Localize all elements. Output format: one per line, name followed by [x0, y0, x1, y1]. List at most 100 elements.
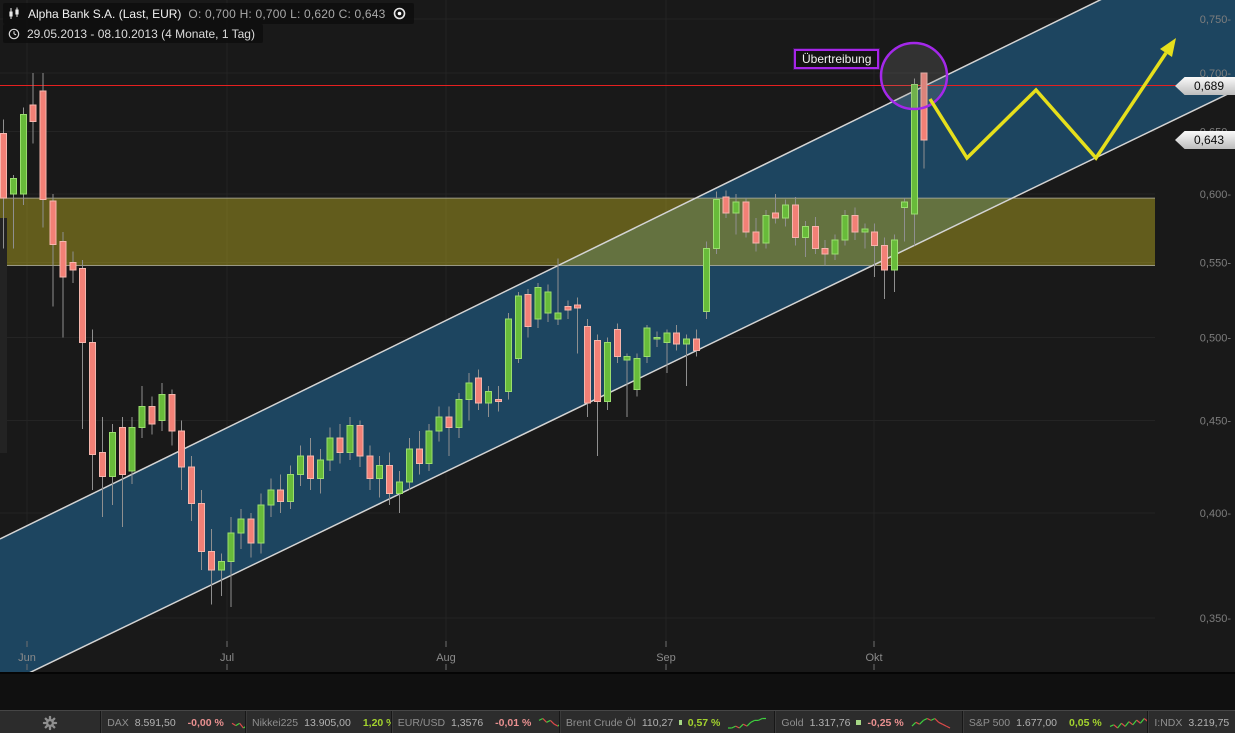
- sparkline-segment: [232, 723, 236, 725]
- sparkline-segment: [934, 718, 938, 722]
- candle-down: [575, 305, 581, 308]
- candle-up: [654, 338, 660, 340]
- left-edge-panel: [0, 218, 7, 453]
- candle-down: [90, 342, 96, 454]
- candle-up: [139, 407, 145, 428]
- target-icon[interactable]: [393, 7, 406, 20]
- candle-up: [159, 395, 165, 421]
- candle-up: [228, 533, 234, 562]
- x-axis-label: Jul: [220, 652, 234, 664]
- sparkline-segment: [1129, 721, 1133, 724]
- sparkline-segment: [1125, 721, 1129, 726]
- sparkline-segment: [915, 722, 919, 724]
- candle-down: [149, 407, 155, 424]
- sparkline-segment: [539, 718, 543, 720]
- candle-down: [416, 449, 422, 464]
- candle-up: [109, 433, 115, 477]
- candle-down: [565, 307, 571, 310]
- sparkline-segment: [547, 720, 551, 722]
- ticker-item-eurusd[interactable]: EUR/USD 1,3576 -0,01 %: [391, 711, 559, 733]
- y-axis-label: 0,500-: [1200, 333, 1232, 345]
- sparkline-segment: [744, 724, 748, 726]
- candle-up: [535, 287, 541, 319]
- candle-down: [723, 197, 729, 213]
- sparkline: [537, 716, 558, 730]
- candle-up: [862, 229, 868, 232]
- sparkline: [230, 716, 245, 730]
- candlestick-icon: [8, 7, 21, 20]
- candle-up: [624, 357, 630, 360]
- y-axis-label: 0,750-: [1200, 14, 1232, 26]
- candle-up: [664, 333, 670, 342]
- candle-down: [199, 503, 205, 551]
- ticker-item-sp500[interactable]: S&P 500 1.677,00 0,05 %: [962, 711, 1148, 733]
- sparkline-segment: [747, 722, 751, 726]
- annotation-circle[interactable]: [881, 43, 947, 109]
- candlestick-chart-canvas[interactable]: 0,750-0,700-0,650-0,600-0,550-0,500-0,45…: [0, 0, 1235, 672]
- candle-down: [189, 467, 195, 503]
- sparkline: [910, 716, 952, 730]
- candle-down: [307, 456, 313, 478]
- y-axis-label: 0,350-: [1200, 613, 1232, 625]
- candle-down: [387, 465, 393, 493]
- sparkline-segment: [555, 724, 559, 726]
- clock-icon: [8, 28, 20, 40]
- status-square: [856, 720, 861, 725]
- candle-down: [496, 400, 502, 402]
- candle-down: [60, 241, 66, 277]
- candle-up: [703, 248, 709, 311]
- ticker-item-brent[interactable]: Brent Crude Öl 110,27 0,57 %: [559, 711, 775, 733]
- candle-down: [773, 213, 779, 218]
- sparkline-segment: [927, 718, 931, 720]
- ticker-item-gold[interactable]: Gold 1.317,76 -0,25 %: [774, 711, 961, 733]
- chart-application: 0,750-0,700-0,650-0,600-0,550-0,500-0,45…: [0, 0, 1235, 733]
- candle-down: [337, 438, 343, 452]
- candle-up: [327, 438, 333, 460]
- sparkline-segment: [759, 718, 763, 720]
- candle-down: [793, 205, 799, 238]
- date-range-label: 29.05.2013 - 08.10.2013 (4 Monate, 1 Tag…: [27, 27, 255, 41]
- candle-up: [456, 400, 462, 428]
- candle-up: [129, 427, 135, 470]
- candle-down: [674, 333, 680, 344]
- candle-down: [694, 339, 700, 350]
- ticker-item-nikkei225[interactable]: Nikkei225 13.905,00 1,20 %: [245, 711, 391, 733]
- candle-down: [743, 202, 749, 232]
- candle-up: [783, 205, 789, 218]
- sparkline-segment: [1117, 723, 1121, 728]
- candle-up: [733, 202, 739, 213]
- candle-down: [753, 232, 759, 243]
- sparkline-segment: [740, 724, 744, 728]
- candle-up: [713, 199, 719, 248]
- ticker-item-indx[interactable]: I:NDX 3.219,75: [1147, 711, 1235, 733]
- candle-up: [604, 342, 610, 401]
- x-axis-label: Aug: [436, 652, 456, 664]
- candle-down: [585, 327, 591, 403]
- ticker-settings-button[interactable]: [0, 711, 100, 733]
- status-square: [679, 720, 681, 725]
- instrument-header: Alpha Bank S.A. (Last, EUR) O: 0,700 H: …: [3, 3, 414, 24]
- candle-up: [505, 319, 511, 391]
- x-axis-label: Jun: [18, 652, 36, 664]
- candle-up: [258, 505, 264, 543]
- sparkline-segment: [912, 722, 916, 726]
- candle-down: [357, 426, 363, 456]
- bottom-spacer: [0, 672, 1235, 712]
- candle-down: [248, 519, 254, 543]
- sparkline-segment: [938, 722, 942, 724]
- candle-up: [298, 456, 304, 475]
- candle-up: [238, 519, 244, 533]
- sparkline-segment: [1133, 720, 1137, 725]
- ticker-item-dax[interactable]: DAX 8.591,50 -0,00 %: [100, 711, 245, 733]
- candle-up: [545, 292, 551, 313]
- uebertreibung-annotation-label[interactable]: Übertreibung: [794, 49, 879, 69]
- candle-up: [288, 475, 294, 502]
- sparkline-segment: [1121, 723, 1125, 726]
- candle-up: [268, 490, 274, 505]
- candle-up: [555, 313, 561, 319]
- sparkline-segment: [551, 720, 555, 724]
- sparkline-segment: [942, 724, 946, 726]
- instrument-title: Alpha Bank S.A. (Last, EUR): [28, 7, 181, 21]
- candle-up: [426, 431, 432, 464]
- candle-down: [614, 330, 620, 357]
